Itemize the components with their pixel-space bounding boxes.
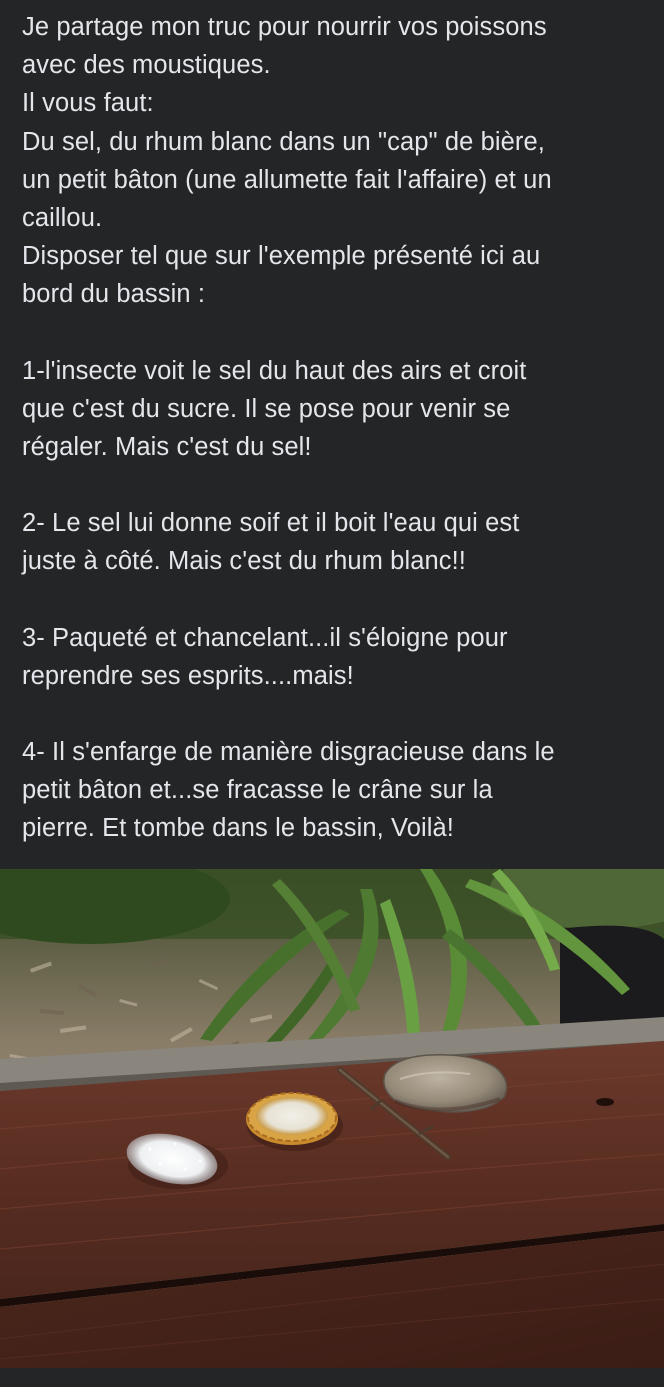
step1-line-3: régaler. Mais c'est du sel! [22, 433, 312, 462]
intro-line-4: Du sel, du rhum blanc dans un "cap" de b… [22, 127, 545, 156]
step3-line-2: reprendre ses esprits....mais! [22, 661, 354, 690]
intro-line-8: bord du bassin : [22, 280, 206, 309]
bottom-strip [0, 1368, 664, 1387]
step1-line-1: 1-l'insecte voit le sel du haut des airs… [22, 356, 527, 385]
step4-line-1: 4- Il s'enfarge de manière disgracieuse … [22, 738, 555, 767]
post-container: Je partage mon truc pour nourrir vos poi… [0, 0, 664, 1387]
intro-line-6: caillou. [22, 204, 103, 233]
intro-line-7: Disposer tel que sur l'exemple présenté … [22, 242, 541, 271]
step3-line-1: 3- Paqueté et chancelant...il s'éloigne … [22, 623, 508, 652]
intro-line-5: un petit bâton (une allumette fait l'aff… [22, 165, 552, 194]
step4-line-3: pierre. Et tombe dans le bassin, Voilà! [22, 814, 454, 843]
step4-line-2: petit bâton et...se fracasse le crâne su… [22, 776, 493, 805]
step2-line-2: juste à côté. Mais c'est du rhum blanc!! [22, 547, 466, 576]
intro-line-1: Je partage mon truc pour nourrir vos poi… [22, 13, 547, 41]
intro-line-3: Il vous faut: [22, 89, 154, 118]
intro-line-2: avec des moustiques. [22, 51, 271, 80]
step2-line-1: 2- Le sel lui donne soif et il boit l'ea… [22, 509, 520, 538]
post-body-text: Je partage mon truc pour nourrir vos poi… [22, 8, 652, 848]
post-photo[interactable] [0, 869, 664, 1368]
step1-line-2: que c'est du sucre. Il se pose pour veni… [22, 394, 511, 423]
